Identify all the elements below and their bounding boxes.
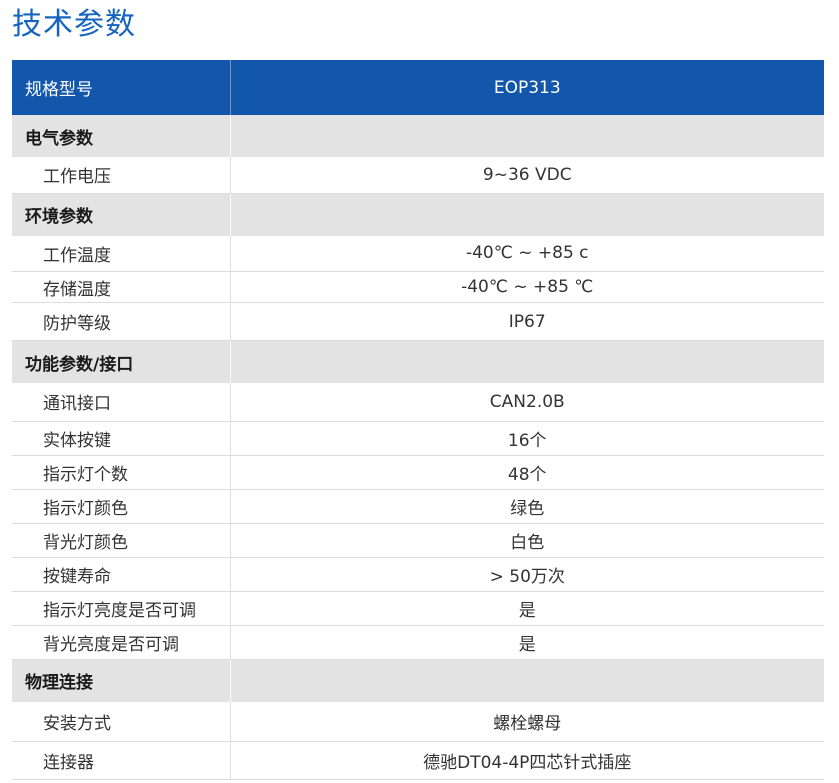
section-title: 环境参数 [12,193,231,236]
section-filler [230,340,824,383]
row-label: 指示灯亮度是否可调 [12,591,231,626]
row-value: > 50万次 [230,557,824,592]
header-label-cell: 规格型号 [12,60,231,115]
section-title: 电气参数 [12,115,231,157]
table-header-row: 规格型号 EOP313 [12,60,824,115]
row-value: -40℃ ~ +85 ℃ [230,271,824,303]
row-label: 连接器 [12,741,231,780]
section-filler [230,115,824,157]
row-label: 工作温度 [12,235,231,272]
row-value: 螺栓螺母 [230,701,824,742]
table-row: 存储温度 -40℃ ~ +85 ℃ [12,271,824,303]
table-row: 安装方式 螺栓螺母 [12,701,824,742]
section-filler [230,193,824,236]
table-row: 指示灯个数 48个 [12,455,824,490]
table-row: 通讯接口 CAN2.0B [12,383,824,422]
page-title: 技术参数 [12,7,136,42]
spec-table: 规格型号 EOP313 电气参数 工作电压 9~36 VDC 环境参数 工作温度… [12,60,824,780]
section-row-environment: 环境参数 [12,193,824,236]
row-label: 指示灯个数 [12,455,231,490]
row-label: 实体按键 [12,421,231,456]
section-row-electrical: 电气参数 [12,115,824,157]
row-value: 是 [230,591,824,626]
section-filler [230,659,824,702]
section-row-function: 功能参数/接口 [12,340,824,383]
row-value: 16个 [230,421,824,456]
table-row: 工作温度 -40℃ ~ +85 c [12,235,824,272]
row-label: 背光亮度是否可调 [12,625,231,660]
section-title: 功能参数/接口 [12,340,231,383]
section-title: 物理连接 [12,659,231,702]
table-row: 指示灯亮度是否可调 是 [12,591,824,626]
row-value: 绿色 [230,489,824,524]
table-row: 实体按键 16个 [12,421,824,456]
row-value: CAN2.0B [230,383,824,422]
table-row: 背光灯颜色 白色 [12,523,824,558]
row-label: 存储温度 [12,271,231,303]
table-row: 背光亮度是否可调 是 [12,625,824,660]
row-label: 安装方式 [12,701,231,742]
row-label: 通讯接口 [12,383,231,422]
row-value: 德驰DT04-4P四芯针式插座 [230,741,824,780]
table-row: 按键寿命 > 50万次 [12,557,824,592]
header-model-cell: EOP313 [230,60,824,115]
row-value: 白色 [230,523,824,558]
row-value: 是 [230,625,824,660]
table-row: 指示灯颜色 绿色 [12,489,824,524]
row-value: -40℃ ~ +85 c [230,235,824,272]
table-row: 防护等级 IP67 [12,302,824,341]
row-label: 背光灯颜色 [12,523,231,558]
table-row: 连接器 德驰DT04-4P四芯针式插座 [12,741,824,780]
row-value: 9~36 VDC [230,157,824,194]
row-label: 按键寿命 [12,557,231,592]
row-label: 指示灯颜色 [12,489,231,524]
row-value: 48个 [230,455,824,490]
row-value: IP67 [230,302,824,341]
row-label: 工作电压 [12,157,231,194]
row-label: 防护等级 [12,302,231,341]
section-row-physical: 物理连接 [12,659,824,702]
table-row: 工作电压 9~36 VDC [12,157,824,194]
